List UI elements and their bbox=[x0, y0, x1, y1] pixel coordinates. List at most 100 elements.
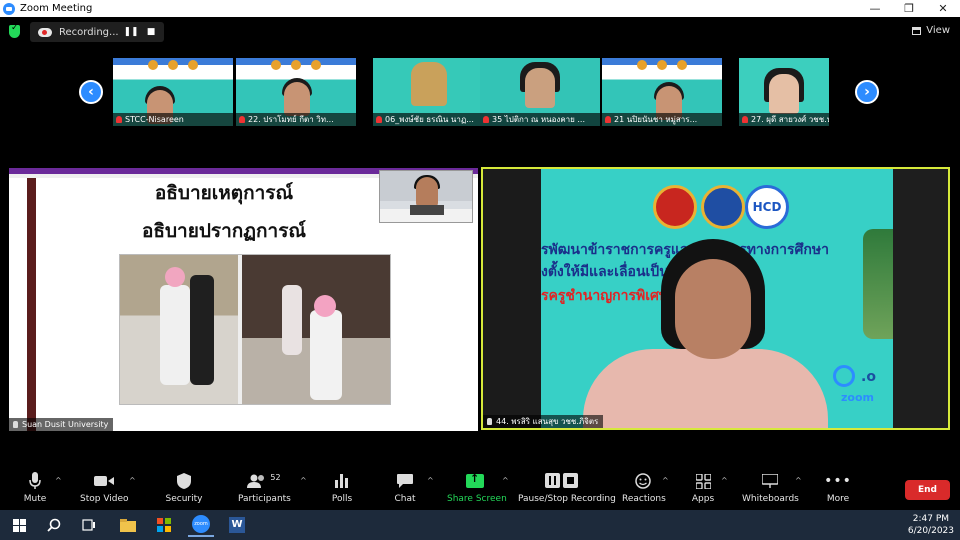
view-button[interactable]: View bbox=[912, 25, 950, 36]
view-label: View bbox=[926, 25, 950, 36]
participants-options-caret[interactable]: ^ bbox=[300, 476, 307, 485]
participants-button[interactable]: 52 Participants bbox=[238, 472, 291, 505]
apps-options-caret[interactable]: ^ bbox=[721, 476, 728, 485]
zoom-background-badge: .o zoom bbox=[833, 365, 893, 405]
participant-thumbnail[interactable]: 21 นปิยนันชา หมู่สาร... bbox=[602, 58, 722, 126]
banner-line3: รครูชำนาญการพิเศษ bbox=[541, 288, 669, 304]
reactions-options-caret[interactable]: ^ bbox=[662, 476, 669, 485]
chat-icon bbox=[390, 472, 420, 490]
security-button[interactable]: Security bbox=[165, 472, 203, 504]
reactions-button[interactable]: Reactions bbox=[622, 472, 666, 504]
smiley-icon bbox=[622, 472, 664, 490]
end-meeting-button[interactable]: End bbox=[905, 480, 950, 500]
stop-video-label: Stop Video bbox=[80, 494, 129, 504]
slide-logos bbox=[637, 60, 687, 70]
task-view-icon[interactable] bbox=[76, 513, 102, 537]
zoom-app-icon bbox=[3, 2, 15, 15]
background-palm bbox=[863, 229, 893, 339]
ellipsis-icon: ••• bbox=[824, 473, 852, 489]
minimize-button[interactable]: — bbox=[858, 0, 892, 17]
zoom-taskbar-icon[interactable]: zoom bbox=[188, 513, 214, 537]
participant-thumbnail[interactable]: 22. ปราโมทย์ กีตา วิท... bbox=[236, 58, 356, 126]
maximize-button[interactable]: ❐ bbox=[892, 0, 926, 17]
video-options-caret[interactable]: ^ bbox=[129, 476, 136, 485]
participant-thumbnail[interactable]: 27. ผุดี สายวงศ์ วชช.น... bbox=[739, 58, 829, 126]
presenter-figure bbox=[416, 177, 438, 207]
mute-button[interactable]: Mute bbox=[20, 472, 50, 504]
store-icon[interactable] bbox=[151, 513, 177, 537]
photo-person bbox=[190, 275, 214, 385]
video-camera-icon bbox=[80, 472, 128, 490]
chat-options-caret[interactable]: ^ bbox=[427, 476, 434, 485]
background-edge bbox=[893, 169, 948, 428]
clock-date: 6/20/2023 bbox=[907, 526, 954, 536]
polls-button[interactable]: Polls bbox=[328, 472, 356, 504]
apps-label: Apps bbox=[691, 494, 715, 504]
stop-recording-button[interactable]: ■ bbox=[141, 27, 161, 37]
photo-person bbox=[160, 285, 190, 385]
slide-logos bbox=[271, 60, 321, 70]
photo-person bbox=[282, 285, 302, 355]
shared-screen-pane: อธิบายเหตุการณ์ อธิบายปรากฏการณ์ Suan Du… bbox=[9, 168, 478, 431]
participants-count: 52 bbox=[270, 472, 281, 482]
banner-line2: งตั้งให้มีและเลื่อนเป็นวิ bbox=[541, 264, 677, 280]
search-icon[interactable] bbox=[41, 513, 67, 537]
next-page-button[interactable]: › bbox=[855, 80, 879, 104]
apps-button[interactable]: Apps bbox=[690, 472, 716, 504]
speaker-body bbox=[583, 349, 828, 428]
system-clock[interactable]: 2:47 PM 6/20/2023 bbox=[908, 513, 954, 537]
whiteboards-options-caret[interactable]: ^ bbox=[795, 476, 802, 485]
zoom-wordmark: zoom bbox=[841, 391, 874, 404]
previous-page-button[interactable]: ‹ bbox=[79, 80, 103, 104]
share-screen-button[interactable]: Share Screen bbox=[447, 472, 507, 504]
whiteboards-button[interactable]: Whiteboards bbox=[742, 472, 799, 504]
window-title: Zoom Meeting bbox=[20, 3, 93, 14]
participant-name: 27. ผุดี สายวงศ์ วชช.น... bbox=[739, 113, 829, 126]
participant-thumbnail[interactable]: 06_พงษ์ชัย ธรณิน นาฏ... bbox=[373, 58, 493, 126]
photo-person-head bbox=[165, 267, 185, 287]
share-screen-label: Share Screen bbox=[447, 494, 507, 504]
meeting-toolbar: Mute ^ Stop Video ^ Security 52 Particip… bbox=[0, 466, 960, 510]
windows-taskbar: zoom W 2:47 PM 6/20/2023 bbox=[0, 510, 960, 540]
participant-name: STCC-Nisareen bbox=[113, 113, 233, 126]
slide-logos bbox=[148, 60, 198, 70]
whiteboard-icon bbox=[742, 472, 798, 490]
participants-icon: 52 bbox=[238, 472, 290, 490]
word-icon[interactable]: W bbox=[224, 513, 250, 537]
participant-name: 22. ปราโมทย์ กีตา วิท... bbox=[236, 113, 356, 126]
recording-label: Recording... bbox=[59, 26, 119, 38]
pause-stop-recording-label: Pause/Stop Recording bbox=[518, 494, 616, 504]
thumb-slide bbox=[113, 58, 233, 114]
mute-label: Mute bbox=[23, 494, 47, 504]
pause-recording-button[interactable]: ❚❚ bbox=[121, 27, 141, 37]
security-shield-icon[interactable] bbox=[9, 23, 20, 38]
mute-options-caret[interactable]: ^ bbox=[55, 476, 62, 485]
hcd-logo: HCD bbox=[745, 185, 789, 229]
more-button[interactable]: ••• More bbox=[824, 472, 852, 504]
polls-label: Polls bbox=[331, 494, 353, 504]
shared-screen-name-tag: Suan Dusit University bbox=[9, 418, 114, 431]
participant-thumbnail[interactable]: 35 ไปติกา ณ หนองคาย ... bbox=[480, 58, 600, 126]
apps-icon bbox=[690, 472, 716, 490]
whiteboards-label: Whiteboards bbox=[742, 494, 799, 504]
file-explorer-icon[interactable] bbox=[115, 513, 141, 537]
chat-button[interactable]: Chat bbox=[390, 472, 420, 504]
participant-body bbox=[411, 62, 447, 106]
windows-start-icon[interactable] bbox=[6, 513, 32, 537]
participant-face bbox=[284, 82, 310, 116]
zoom-meeting-window: { "window": { "title": "Zoom Meeting", "… bbox=[0, 0, 960, 540]
speaker-face bbox=[675, 259, 751, 359]
pause-stop-recording-button[interactable]: Pause/Stop Recording bbox=[518, 472, 616, 504]
presentation-side-panel bbox=[27, 178, 36, 431]
participant-face bbox=[525, 68, 555, 108]
photo-person-head bbox=[314, 295, 336, 317]
participant-name: 21 นปิยนันชา หมู่สาร... bbox=[602, 113, 722, 126]
window-controls: — ❐ ✕ bbox=[858, 0, 960, 17]
close-button[interactable]: ✕ bbox=[926, 0, 960, 17]
university-logo bbox=[701, 185, 745, 229]
stop-video-button[interactable]: Stop Video bbox=[80, 472, 129, 504]
share-options-caret[interactable]: ^ bbox=[502, 476, 509, 485]
participant-thumbnail[interactable]: STCC-Nisareen bbox=[113, 58, 233, 126]
slide-title-line1: อธิบายเหตุการณ์ bbox=[154, 182, 294, 204]
polls-icon bbox=[328, 472, 356, 490]
